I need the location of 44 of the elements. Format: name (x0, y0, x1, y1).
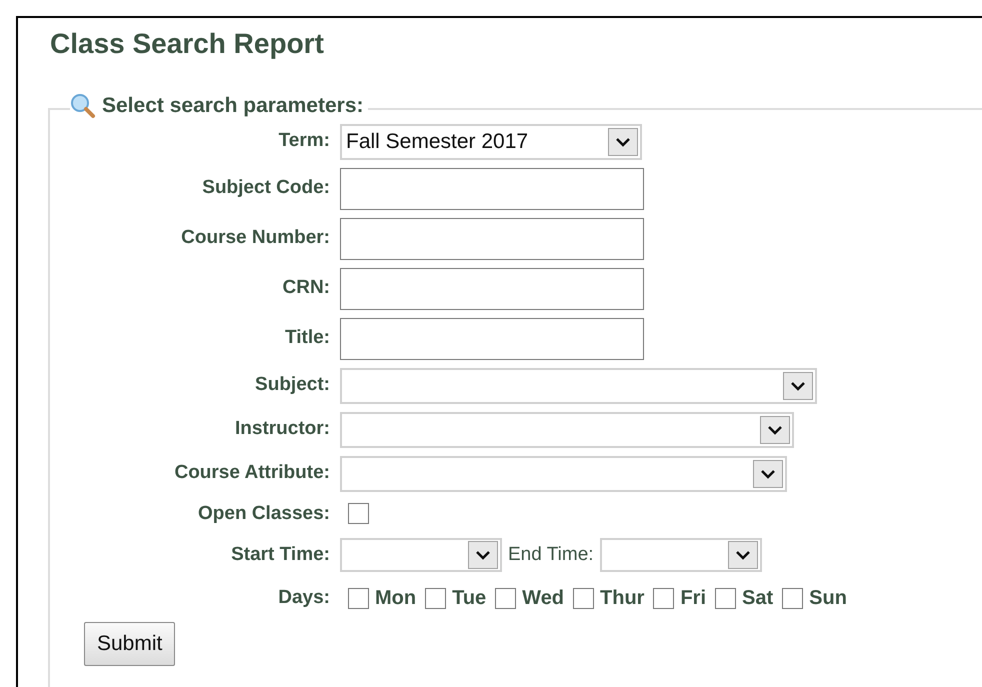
field-label: Title: (284, 326, 330, 350)
field-label: Subject: (254, 373, 330, 398)
fieldset-legend: Select search parameters: (102, 90, 364, 122)
dropdown[interactable] (600, 538, 762, 572)
input-field[interactable] (340, 268, 644, 310)
field-label: Subject Code: (201, 176, 330, 200)
day-label: Sat (742, 586, 774, 611)
checkbox[interactable] (348, 503, 369, 524)
checkbox[interactable] (348, 588, 369, 608)
input-field[interactable] (340, 318, 644, 360)
day-label: Wed (522, 586, 564, 611)
search-icon (70, 92, 96, 119)
checkbox[interactable] (425, 588, 446, 608)
checkbox[interactable] (715, 588, 736, 608)
field-label: Instructor: (234, 417, 330, 442)
caret-icon (790, 380, 806, 390)
day-label: Mon (375, 586, 416, 611)
submit-button[interactable]: Submit (84, 622, 176, 666)
day-label: Thur (600, 586, 644, 611)
page-title: Class Search Report (50, 27, 325, 61)
field-label: Course Number: (180, 226, 330, 250)
caret-icon (615, 136, 631, 146)
input-field[interactable] (340, 218, 644, 260)
field-label: Term: (278, 129, 330, 154)
field-label: End Time: (508, 542, 594, 567)
input-field[interactable] (340, 168, 644, 210)
checkbox[interactable] (495, 588, 516, 608)
field-label: Course Attribute: (173, 461, 330, 486)
checkbox[interactable] (782, 588, 804, 608)
caret-icon (767, 424, 783, 434)
day-label: Fri (680, 586, 706, 611)
field-label: Days: (277, 586, 330, 610)
checkbox[interactable] (573, 588, 594, 608)
checkbox[interactable] (653, 588, 674, 608)
caret-icon (475, 550, 491, 560)
dropdown[interactable] (340, 538, 502, 572)
day-label: Sun (809, 586, 847, 611)
field-label: Open Classes: (197, 502, 330, 526)
field-label: CRN: (282, 276, 330, 300)
dropdown[interactable]: Fall Semester 2017 (340, 124, 642, 160)
caret-icon (760, 468, 776, 478)
caret-icon (734, 550, 751, 560)
day-label: Tue (452, 586, 486, 611)
field-label: Start Time: (230, 542, 330, 567)
